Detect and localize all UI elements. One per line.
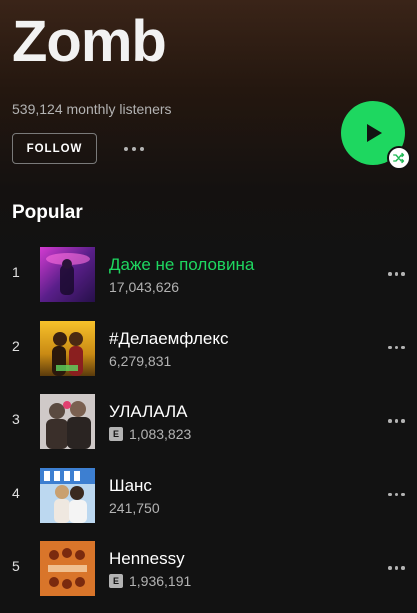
album-cover: [40, 247, 95, 302]
track-more-icon[interactable]: [388, 419, 405, 423]
album-cover: [40, 467, 95, 523]
album-cover: [40, 320, 95, 376]
track-row[interactable]: 1 Даже не половина 17,043,626: [0, 240, 417, 314]
track-row[interactable]: 3 УЛАЛАЛА E 1,083,823: [0, 387, 417, 461]
track-title[interactable]: Даже не половина: [109, 255, 254, 275]
track-play-count: 1,936,191: [129, 573, 192, 589]
shuffle-icon: [393, 152, 405, 164]
track-title[interactable]: УЛАЛАЛА: [109, 402, 187, 422]
play-icon: [367, 124, 382, 142]
track-number: 5: [12, 558, 20, 574]
track-more-icon[interactable]: [388, 272, 405, 276]
track-more-icon[interactable]: [388, 345, 405, 349]
track-title[interactable]: #Делаемфлекс: [109, 329, 229, 349]
follow-button[interactable]: FOLLOW: [12, 133, 97, 164]
artist-name: Zomb: [12, 9, 167, 74]
album-cover: [40, 541, 95, 596]
track-number: 3: [12, 411, 20, 427]
explicit-badge: E: [109, 574, 123, 588]
explicit-badge: E: [109, 427, 123, 441]
monthly-listeners: 539,124 monthly listeners: [12, 101, 172, 117]
shuffle-button[interactable]: [387, 146, 411, 170]
track-play-count: 6,279,831: [109, 352, 172, 369]
popular-track-list: 1 Даже не половина 17,043,626 2 #Делаемф…: [0, 240, 417, 608]
track-title[interactable]: Hennessy: [109, 549, 185, 569]
track-number: 2: [12, 337, 20, 354]
popular-heading: Popular: [12, 202, 83, 223]
track-number: 1: [12, 264, 20, 280]
more-options-icon[interactable]: [124, 140, 144, 158]
track-more-icon[interactable]: [388, 492, 405, 496]
track-more-icon[interactable]: [388, 566, 405, 570]
track-row[interactable]: 5 Hennessy E 1,936,191: [0, 534, 417, 608]
track-play-count: 1,083,823: [129, 426, 192, 442]
track-row[interactable]: 2 #Делаемфлекс 6,279,831: [0, 314, 417, 388]
track-play-count: 241,750: [109, 499, 160, 516]
album-cover: [40, 394, 95, 449]
track-number: 4: [12, 484, 20, 501]
track-row[interactable]: 4 Шанс 241,750: [0, 461, 417, 535]
track-title[interactable]: Шанс: [109, 476, 152, 496]
track-play-count: 17,043,626: [109, 279, 180, 295]
